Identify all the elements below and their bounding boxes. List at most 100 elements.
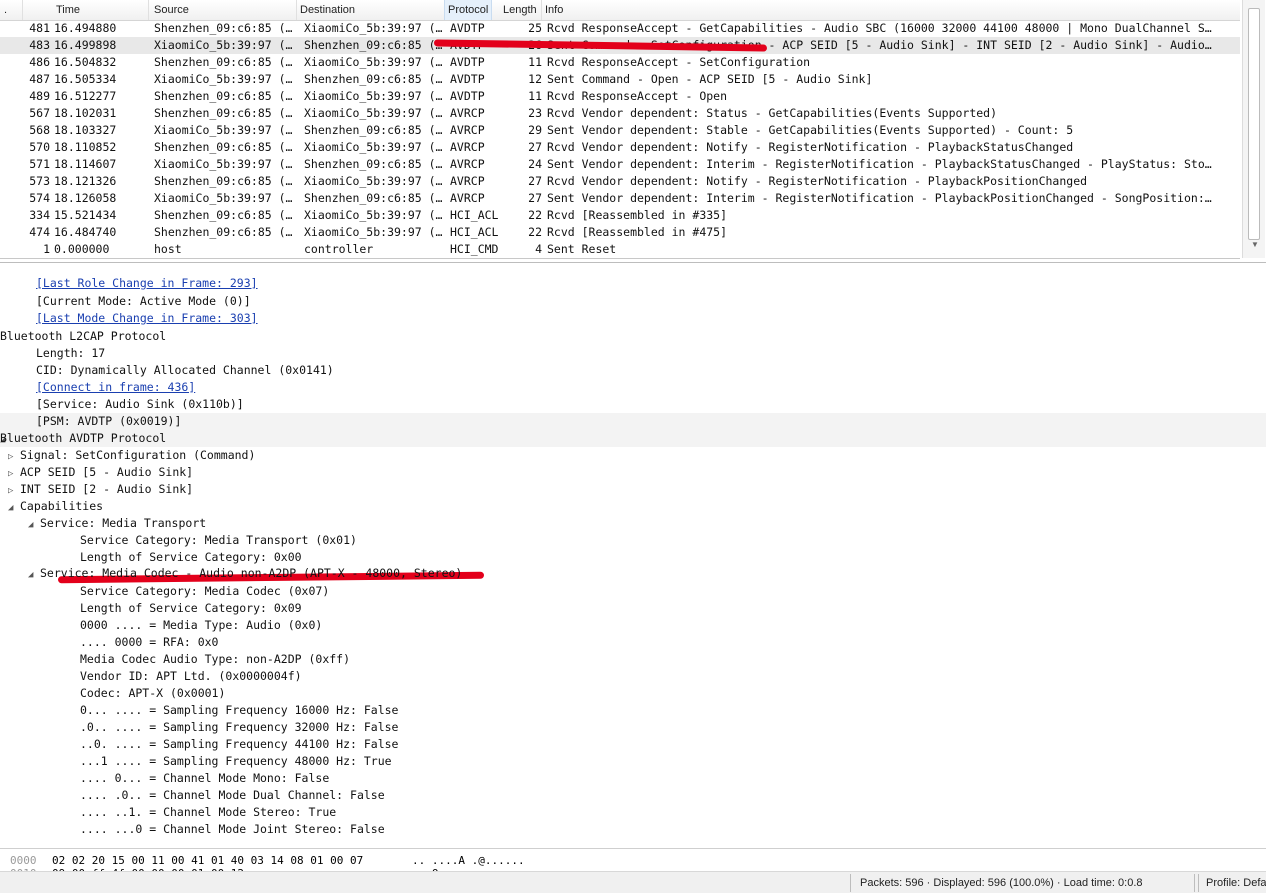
tree-item[interactable]: [PSM: AVDTP (0x0019)] (0, 413, 1266, 430)
packet-cell-len: 11 (528, 55, 542, 69)
packet-row[interactable]: 481 16.494880 Shenzhen_09:c6:85 (… XiaomiCo… (0, 20, 1240, 37)
packet-row[interactable]: 489 16.512277 Shenzhen_09:c6:85 (… XiaomiCo… (0, 88, 1240, 105)
tree-item[interactable]: .... ..1. = Channel Mode Stereo: True (80, 804, 336, 821)
tree-item[interactable]: ◢ Service: Media Transport (28, 515, 206, 532)
tree-item[interactable]: Service Category: Media Codec (0x07) (80, 583, 329, 600)
tree-item[interactable]: ◢ Capabilities (8, 498, 103, 515)
packet-cell-info: Sent Vendor dependent: Stable - GetCapab… (547, 123, 1074, 137)
packet-cell-proto: AVRCP (450, 106, 485, 120)
tree-item[interactable]: [Current Mode: Active Mode (0)] (36, 293, 251, 310)
tree-item[interactable]: .... 0000 = RFA: 0x0 (80, 634, 218, 651)
column-separator[interactable] (148, 0, 149, 20)
packet-row[interactable]: 334 15.521434 Shenzhen_09:c6:85 (… XiaomiCo… (0, 207, 1240, 224)
tree-item[interactable]: 0... .... = Sampling Frequency 16000 Hz:… (80, 702, 399, 719)
packet-details-pane[interactable]: [Last Role Change in Frame: 293] [Current… (0, 262, 1266, 848)
tree-item-label: Signal: SetConfiguration (Command) (20, 448, 256, 462)
scroll-down-icon[interactable]: ▼ (1251, 240, 1259, 249)
packet-row[interactable]: 568 18.103327 XiaomiCo_5b:39:97 (… Shenzhen… (0, 122, 1240, 139)
tree-item-label: Media Codec Audio Type: non-A2DP (0xff) (80, 652, 351, 666)
packet-cell-len: 22 (528, 225, 542, 239)
packet-cell-dst: Shenzhen_09:c6:85 (… (304, 157, 443, 171)
scrollbar-thumb[interactable] (1248, 8, 1260, 240)
column-header-length[interactable]: Length (503, 4, 537, 16)
packet-row[interactable]: 571 18.114607 XiaomiCo_5b:39:97 (… Shenzhen… (0, 156, 1240, 173)
packet-count-status: Packets: 596 · Displayed: 596 (100.0%) ·… (860, 877, 1143, 889)
packet-row[interactable]: 573 18.121326 Shenzhen_09:c6:85 (… XiaomiCo… (0, 173, 1240, 190)
tree-item[interactable]: [Last Role Change in Frame: 293] (36, 275, 258, 292)
column-header-destination[interactable]: Destination (300, 4, 355, 16)
packet-cell-no: 568 (29, 123, 50, 137)
packet-cell-info: Rcvd [Reassembled in #335] (547, 208, 728, 222)
packet-row[interactable]: 570 18.110852 Shenzhen_09:c6:85 (… XiaomiCo… (0, 139, 1240, 156)
packet-cell-len: 11 (528, 89, 542, 103)
tree-item[interactable]: [Last Mode Change in Frame: 303] (36, 310, 258, 327)
tree-item[interactable]: ◢Bluetooth AVDTP Protocol (0, 430, 1266, 447)
tree-item[interactable]: [Connect in frame: 436] (36, 379, 195, 396)
tree-item[interactable]: Length of Service Category: 0x09 (80, 600, 302, 617)
tree-item[interactable]: Media Codec Audio Type: non-A2DP (0xff) (80, 651, 350, 668)
packet-cell-no: 481 (29, 21, 50, 35)
packet-cell-no: 571 (29, 157, 50, 171)
tree-item[interactable]: [Service: Audio Sink (0x110b)] (36, 396, 244, 413)
packet-cell-time: 18.103327 (54, 123, 117, 137)
tree-item[interactable]: 0000 .... = Media Type: Audio (0x0) (80, 617, 322, 634)
tree-item[interactable]: Length of Service Category: 0x00 (80, 549, 302, 566)
packet-cell-len: 29 (528, 123, 542, 137)
tree-item[interactable]: Vendor ID: APT Ltd. (0x0000004f) (80, 668, 302, 685)
column-header-no[interactable]: . (4, 4, 7, 16)
packet-list[interactable]: . Time Source Destination Protocol Lengt… (0, 0, 1240, 259)
status-divider (1198, 874, 1199, 892)
packet-cell-src: XiaomiCo_5b:39:97 (… (154, 72, 293, 86)
tree-item[interactable]: .0.. .... = Sampling Frequency 32000 Hz:… (80, 719, 399, 736)
tree-item[interactable]: ▷ ACP SEID [5 - Audio Sink] (8, 464, 193, 481)
tree-item-label: Bluetooth L2CAP Protocol (0, 329, 167, 343)
tree-item[interactable]: ◢ Service: Media Codec - Audio non-A2DP (… (28, 565, 462, 582)
tree-item[interactable]: Codec: APT-X (0x0001) (80, 685, 225, 702)
tree-item[interactable]: ▷ Signal: SetConfiguration (Command) (8, 447, 255, 464)
packet-cell-time: 16.504832 (54, 55, 117, 69)
tree-item[interactable]: Service Category: Media Transport (0x01) (80, 532, 357, 549)
tree-item[interactable]: .... .0.. = Channel Mode Dual Channel: F… (80, 787, 385, 804)
packet-row[interactable]: 567 18.102031 Shenzhen_09:c6:85 (… XiaomiCo… (0, 105, 1240, 122)
tree-item-label: Service: Media Transport (40, 516, 207, 530)
column-separator[interactable] (541, 0, 542, 20)
packet-cell-proto: AVRCP (450, 157, 485, 171)
collapse-arrow-icon[interactable]: ◢ (8, 500, 20, 517)
packet-cell-no: 334 (29, 208, 50, 222)
packet-row[interactable]: 487 16.505334 XiaomiCo_5b:39:97 (… Shenzhen… (0, 71, 1240, 88)
packet-cell-no: 474 (29, 225, 50, 239)
tree-item-label: Service Category: Media Codec (0x07) (80, 584, 330, 598)
profile-status[interactable]: Profile: Defa (1206, 877, 1266, 889)
tree-item[interactable]: ◢Bluetooth L2CAP Protocol (0, 328, 166, 345)
tree-item-label: .... .0.. = Channel Mode Dual Channel: F… (80, 788, 385, 802)
packet-cell-proto: HCI_ACL (450, 225, 499, 239)
collapse-arrow-icon[interactable]: ◢ (28, 567, 40, 584)
frame-link[interactable]: [Connect in frame: 436] (36, 380, 195, 394)
tree-item[interactable]: ...1 .... = Sampling Frequency 48000 Hz:… (80, 753, 392, 770)
packet-list-scrollbar[interactable]: ▼ (1242, 0, 1265, 258)
packet-row[interactable]: 486 16.504832 Shenzhen_09:c6:85 (… XiaomiCo… (0, 54, 1240, 71)
column-separator[interactable] (296, 0, 297, 20)
column-header-info[interactable]: Info (545, 4, 563, 16)
column-header-time[interactable]: Time (56, 4, 80, 16)
column-header-protocol[interactable]: Protocol (444, 0, 493, 20)
tree-item-label: Length of Service Category: 0x09 (80, 601, 302, 615)
hex-bytes: 02 02 20 15 00 11 00 41 01 40 03 14 08 0… (52, 854, 364, 867)
packet-row[interactable]: 474 16.484740 Shenzhen_09:c6:85 (… XiaomiCo… (0, 224, 1240, 241)
tree-item[interactable]: Length: 17 (36, 345, 105, 362)
tree-item[interactable]: CID: Dynamically Allocated Channel (0x01… (36, 362, 334, 379)
packet-cell-time: 18.126058 (54, 191, 117, 205)
column-separator[interactable] (22, 0, 23, 20)
frame-link[interactable]: [Last Role Change in Frame: 293] (36, 276, 258, 290)
tree-item[interactable]: .... 0... = Channel Mode Mono: False (80, 770, 329, 787)
packet-row[interactable]: 574 18.126058 XiaomiCo_5b:39:97 (… Shenzhen… (0, 190, 1240, 207)
tree-item[interactable]: ..0. .... = Sampling Frequency 44100 Hz:… (80, 736, 399, 753)
frame-link[interactable]: [Last Mode Change in Frame: 303] (36, 311, 258, 325)
packet-cell-time: 18.110852 (54, 140, 117, 154)
column-header-source[interactable]: Source (154, 4, 189, 16)
tree-item[interactable]: .... ...0 = Channel Mode Joint Stereo: F… (80, 821, 385, 838)
collapse-arrow-icon[interactable]: ◢ (28, 517, 40, 534)
packet-row[interactable]: 1 0.000000 host controller HCI_CMD 4 Sent Rese… (0, 241, 1240, 258)
tree-item-label: ..0. .... = Sampling Frequency 44100 Hz:… (80, 737, 399, 751)
tree-item[interactable]: ▷ INT SEID [2 - Audio Sink] (8, 481, 193, 498)
